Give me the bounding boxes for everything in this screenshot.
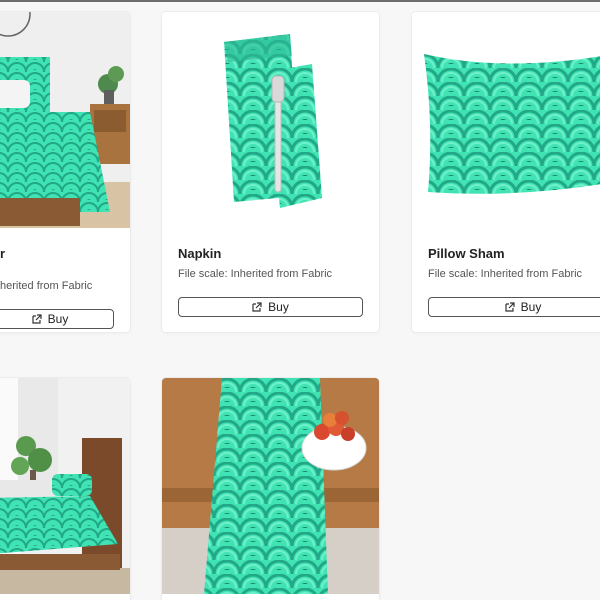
buy-button[interactable]: Buy <box>428 297 600 317</box>
product-card-pillow-sham[interactable]: Pillow Sham File scale: Inherited from F… <box>412 12 600 332</box>
buy-label: Buy <box>520 300 542 314</box>
product-card-table-runner[interactable] <box>162 378 379 600</box>
product-title: Napkin <box>178 246 222 261</box>
buy-button[interactable]: Buy <box>0 309 114 329</box>
top-divider <box>0 0 600 2</box>
product-image[interactable] <box>162 12 379 228</box>
buy-label: Buy <box>268 300 289 314</box>
buy-button[interactable]: Buy <box>178 297 363 317</box>
external-link-icon <box>32 314 42 324</box>
product-image[interactable] <box>0 378 130 594</box>
product-card-napkin[interactable]: Napkin File scale: Inherited from Fabric… <box>162 12 379 332</box>
product-card-duvet[interactable]: r herited from Fabric Buy <box>0 12 130 332</box>
product-file-scale: herited from Fabric <box>0 280 93 292</box>
product-image[interactable] <box>412 12 600 228</box>
product-image[interactable] <box>0 12 130 228</box>
product-title: Pillow Sham <box>428 246 505 261</box>
external-link-icon <box>505 302 515 312</box>
product-card-sheet-set[interactable] <box>0 378 130 600</box>
product-file-scale: File scale: Inherited from Fabric <box>428 268 583 280</box>
product-file-scale: File scale: Inherited from Fabric <box>178 268 333 280</box>
product-title: r <box>0 246 6 261</box>
buy-label: Buy <box>47 312 69 326</box>
product-image[interactable] <box>162 378 379 594</box>
external-link-icon <box>252 302 262 312</box>
